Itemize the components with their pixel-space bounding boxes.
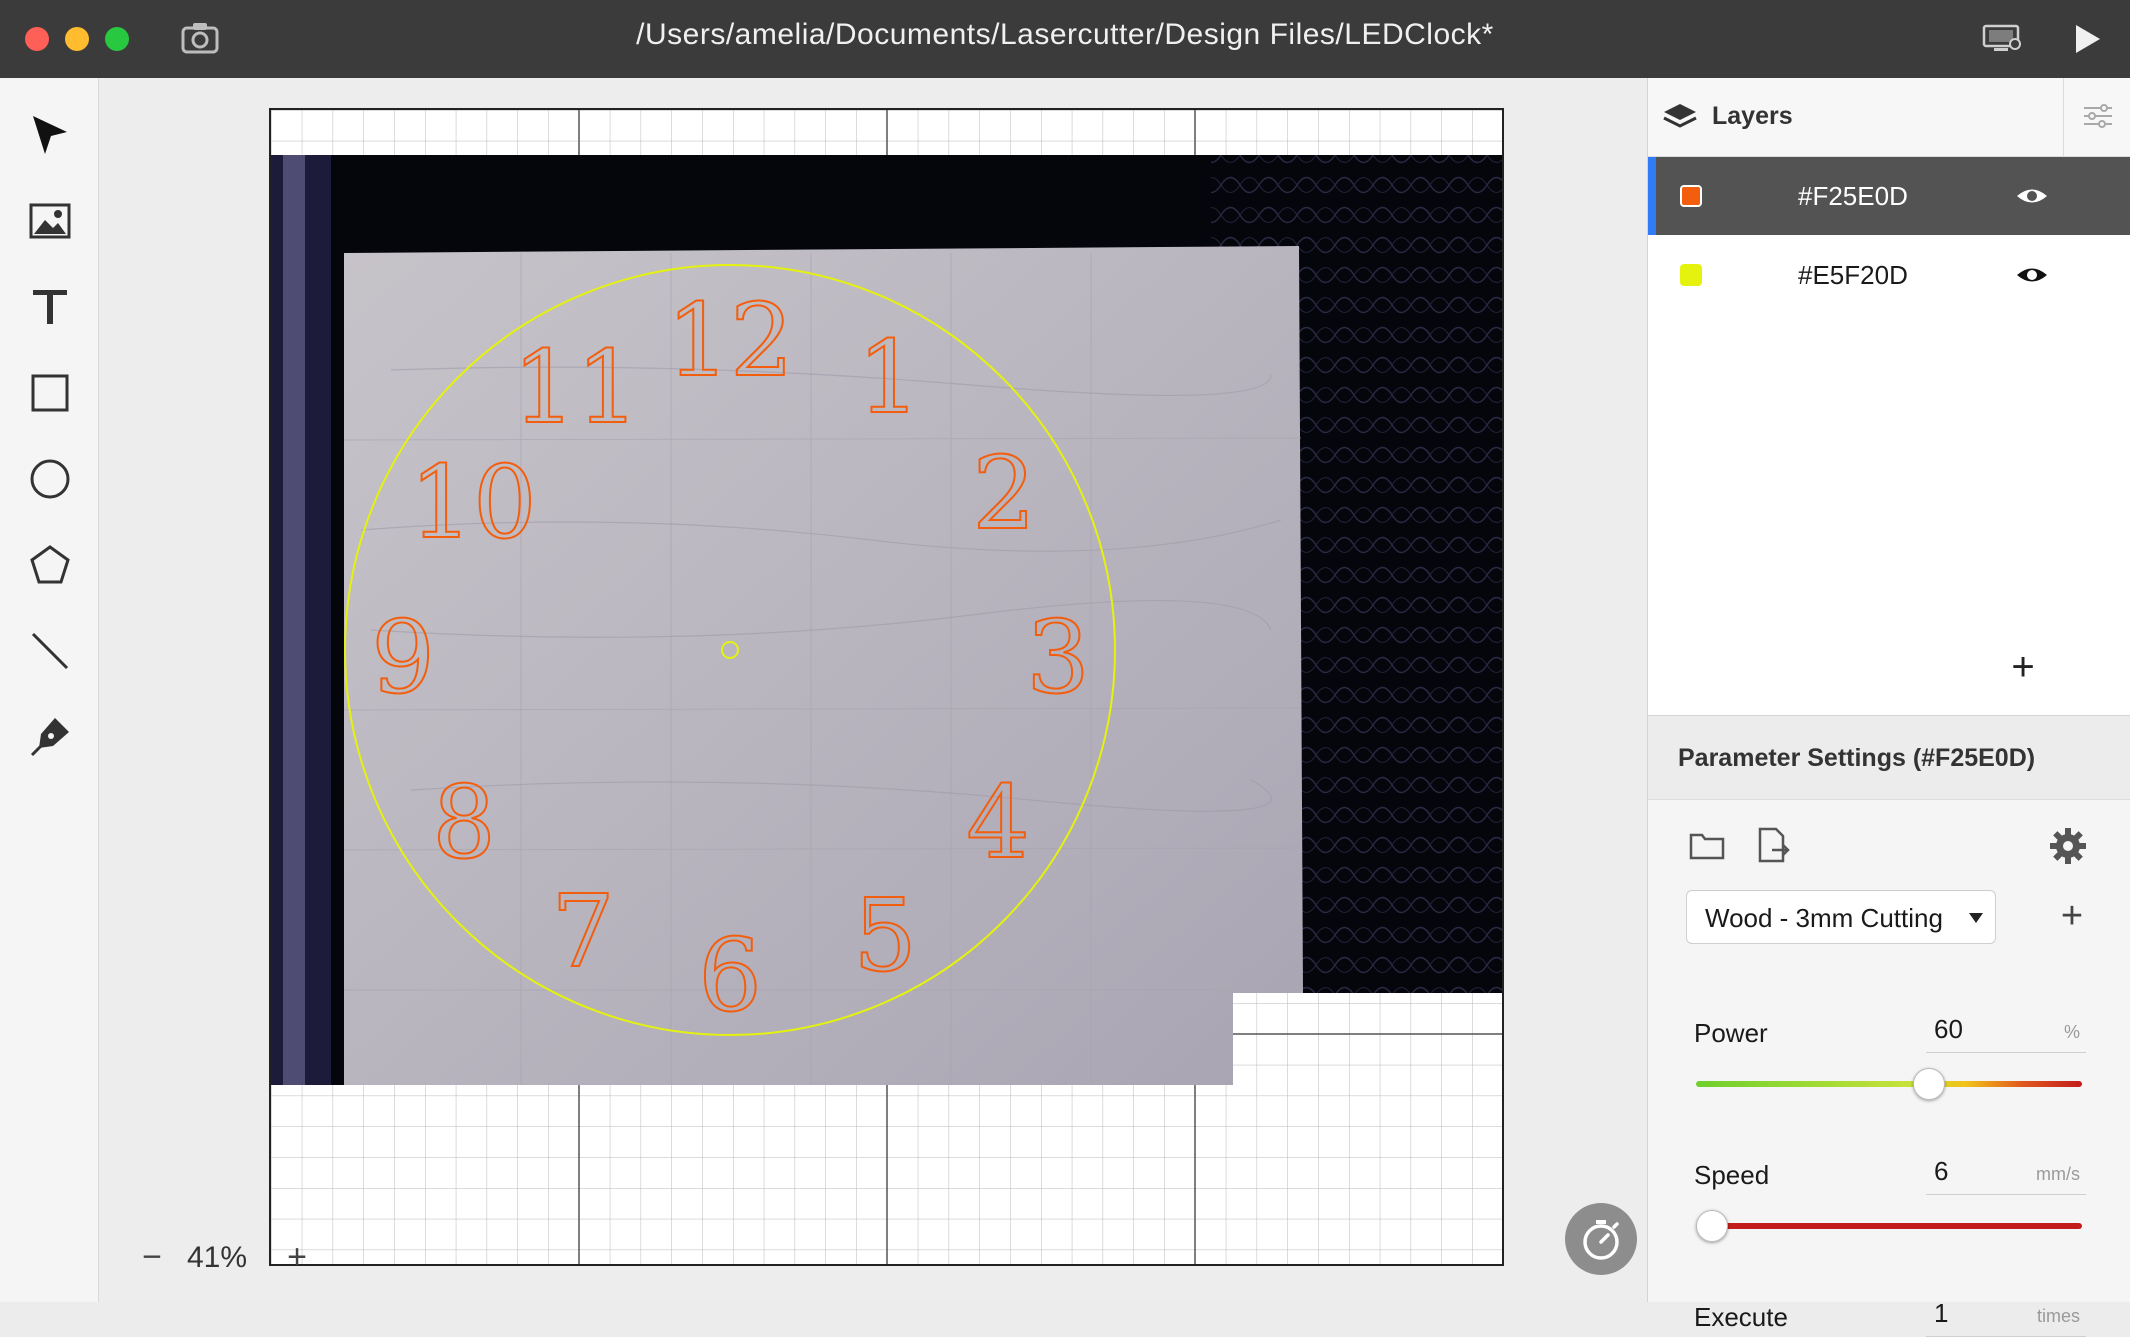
stopwatch-icon (1583, 1220, 1619, 1260)
clock-number-7[interactable]: 7 (550, 872, 616, 991)
execute-input[interactable]: 1 times (1926, 1294, 2086, 1337)
zoom-in-button[interactable]: + (282, 1238, 312, 1277)
image-tool-button[interactable] (25, 196, 75, 246)
image-icon (29, 203, 71, 239)
rectangle-icon (31, 374, 69, 412)
speed-unit: mm/s (2036, 1164, 2080, 1184)
speed-slider-handle[interactable] (1696, 1210, 1729, 1242)
eye-icon[interactable] (2015, 181, 2049, 211)
ellipse-icon (30, 459, 70, 499)
selection-accent (1648, 157, 1656, 235)
clock-number-3[interactable]: 3 (1025, 598, 1091, 717)
work-area[interactable]: 12 1 2 3 4 5 6 7 8 9 10 11 (269, 108, 1504, 1266)
parameter-settings-header: Parameter Settings (#F25E0D) (1648, 716, 2130, 800)
layer-color-swatch[interactable] (1680, 185, 1702, 207)
layers-list: #F25E0D #E5F20D + (1648, 157, 2130, 716)
pen-nib-icon (30, 718, 69, 757)
power-slider-track[interactable] (1696, 1081, 2082, 1087)
parameter-settings-title: Parameter Settings (#F25E0D) (1678, 744, 2036, 772)
add-layer-button[interactable]: + (2003, 647, 2043, 687)
right-panel: Layers #F25E0D #E5F20D + Parameter Setti… (1647, 78, 2130, 1337)
speed-input[interactable]: 6 mm/s (1926, 1152, 2086, 1195)
frame-preview-icon[interactable] (1982, 22, 2022, 54)
play-icon[interactable] (2072, 22, 2102, 56)
pen-tool-button[interactable] (25, 712, 75, 762)
clock-number-2[interactable]: 2 (971, 434, 1037, 553)
power-input[interactable]: 60 % (1926, 1010, 2086, 1053)
clock-number-1[interactable]: 1 (856, 318, 922, 437)
execute-value: 1 (1934, 1298, 1949, 1328)
cursor-arrow-icon (33, 116, 67, 154)
power-slider-handle[interactable] (1912, 1068, 1945, 1100)
sliders-icon[interactable] (2080, 98, 2116, 134)
time-estimate-button[interactable] (1565, 1203, 1637, 1275)
execute-label: Execute (1694, 1302, 1788, 1332)
export-file-icon[interactable] (1756, 826, 1790, 864)
power-unit: % (2063, 1022, 2080, 1042)
layers-header: Layers (1648, 78, 2130, 157)
layer-name: #F25E0D (1798, 181, 1908, 211)
clock-number-10[interactable]: 10 (408, 443, 537, 562)
text-tool-button[interactable] (25, 282, 75, 332)
window-title: /Users/amelia/Documents/Lasercutter/Desi… (636, 18, 1494, 51)
clock-number-11[interactable]: 11 (511, 328, 640, 447)
zoom-window-button[interactable] (105, 27, 129, 51)
minimize-window-button[interactable] (65, 27, 89, 51)
eye-icon[interactable] (2015, 260, 2049, 290)
layer-name: #E5F20D (1798, 260, 1908, 290)
clock-number-6[interactable]: 6 (697, 916, 763, 1035)
gear-icon[interactable] (2048, 826, 2088, 866)
line-tool-button[interactable] (25, 626, 75, 676)
preset-dropdown[interactable]: Wood - 3mm Cutting (1686, 890, 1996, 944)
layers-title: Layers (1712, 102, 1793, 130)
clock-number-4[interactable]: 4 (965, 763, 1031, 882)
tool-palette (0, 78, 99, 1302)
layer-row-f25e0d[interactable]: #F25E0D (1648, 157, 2130, 235)
folder-icon[interactable] (1688, 828, 1726, 862)
speed-value: 6 (1934, 1156, 1949, 1186)
wood-material (344, 246, 1303, 1085)
layer-row-e5f20d[interactable]: #E5F20D (1648, 236, 2130, 314)
design-canvas[interactable]: 12 1 2 3 4 5 6 7 8 9 10 11 − 41% + (99, 78, 1646, 1302)
speed-slider-track[interactable] (1696, 1223, 2082, 1229)
clock-number-8[interactable]: 8 (431, 763, 497, 882)
work-area-drawing: 12 1 2 3 4 5 6 7 8 9 10 11 (271, 110, 1502, 1264)
text-icon (33, 290, 67, 324)
clock-number-9[interactable]: 9 (370, 598, 436, 717)
layer-color-swatch[interactable] (1680, 264, 1702, 286)
preset-selected-value: Wood - 3mm Cutting (1705, 903, 1943, 933)
pentagon-icon (30, 545, 70, 584)
select-tool-button[interactable] (25, 110, 75, 160)
power-label: Power (1694, 1018, 1768, 1048)
parameter-settings-body: Wood - 3mm Cutting + Power 60 % Speed 6 … (1648, 800, 2130, 1337)
execute-unit: times (2036, 1306, 2080, 1326)
rectangle-tool-button[interactable] (25, 368, 75, 418)
polygon-tool-button[interactable] (25, 540, 75, 590)
chevron-down-icon (1969, 913, 1983, 923)
power-value: 60 (1934, 1014, 1963, 1044)
clock-number-5[interactable]: 5 (852, 876, 918, 995)
zoom-out-button[interactable]: − (137, 1238, 167, 1277)
clock-number-12[interactable]: 12 (665, 281, 794, 400)
camera-icon[interactable] (180, 20, 220, 56)
speed-label: Speed (1694, 1160, 1770, 1190)
close-window-button[interactable] (25, 27, 49, 51)
title-bar: /Users/amelia/Documents/Lasercutter/Desi… (0, 0, 2130, 78)
layers-icon (1663, 104, 1697, 128)
zoom-level: 41% (187, 1241, 248, 1274)
add-preset-button[interactable]: + (2054, 896, 2090, 936)
ellipse-tool-button[interactable] (25, 454, 75, 504)
line-icon (31, 632, 69, 670)
